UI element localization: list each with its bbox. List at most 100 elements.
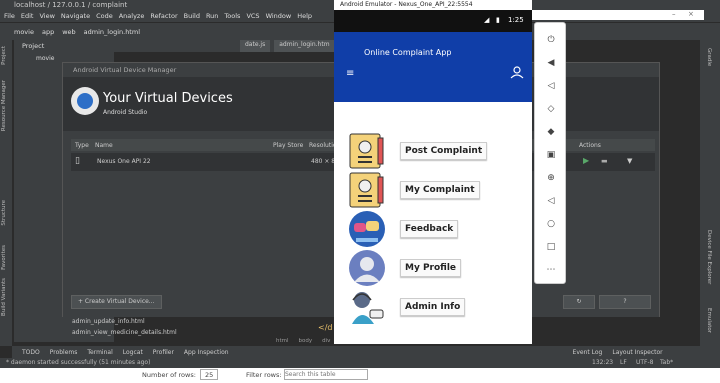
back-icon[interactable]: ◁ [543,194,559,208]
tool-problems[interactable]: Problems [50,349,78,356]
help-button[interactable]: ? [599,295,651,309]
cursor-position[interactable]: 132:23 [592,358,613,368]
emulator-title-bar: Android Emulator - Nexus_One_API_22:5554 [334,0,532,10]
menu-file[interactable]: File [4,12,15,20]
avd-heading: Your Virtual Devices [103,91,233,106]
tool-tab-build-variants[interactable]: Build Variants [1,278,7,316]
menu-row-feedback: Feedback [348,210,528,248]
menu-build[interactable]: Build [184,12,200,20]
avd-subheading: Android Studio [103,109,148,116]
tab-date-js[interactable]: date.js [240,40,271,52]
rotate-left-icon[interactable]: ◇ [543,102,559,116]
tool-event-log[interactable]: Event Log [573,349,603,356]
crumb-div[interactable]: div [322,338,330,344]
breadcrumb-app[interactable]: app [42,28,54,36]
code-fragment: </d [318,323,333,332]
menu-help[interactable]: Help [297,12,312,20]
tool-tab-gradle[interactable]: Gradle [706,48,712,66]
tool-tab-structure[interactable]: Structure [1,200,7,226]
folder-icon[interactable]: ▬ [601,157,608,165]
create-virtual-device-button[interactable]: + Create Virtual Device... [71,295,162,309]
wifi-signal-icon: ◢ [484,16,490,24]
tree-item-update-info[interactable]: admin_update_info.html [72,318,145,325]
refresh-button[interactable]: ↻ [563,295,595,309]
feedback-icon [349,211,385,247]
menu-row-my-profile: My Profile [348,249,528,287]
browser-table-controls: Number of rows: 25 Filter rows: [0,368,720,383]
tool-tab-device-file-explorer[interactable]: Device File Explorer [706,230,712,284]
menu-edit[interactable]: Edit [21,12,34,20]
rows-select[interactable]: 25 [200,369,219,380]
tool-app-inspection[interactable]: App Inspection [184,349,229,356]
my-profile-button[interactable]: My Profile [400,259,462,277]
overview-icon[interactable]: □ [543,240,559,254]
indent-setting[interactable]: Tab* [660,358,673,368]
volume-up-icon[interactable]: ◀ [543,56,559,70]
menu-row-post-complaint: Post Complaint [348,132,528,170]
menu-vcs[interactable]: VCS [246,12,259,20]
menu-window[interactable]: Window [266,12,292,20]
home-icon[interactable]: ○ [543,217,559,231]
phone-screen: ◢ ▮ 1:25 ≡ Online Complaint App Post Com… [334,10,532,344]
app-title: Online Complaint App [364,48,452,57]
col-play-store[interactable]: Play Store [273,142,309,149]
zoom-icon[interactable]: ⊕ [543,171,559,185]
menu-navigate[interactable]: Navigate [61,12,90,20]
hamburger-menu-icon[interactable]: ≡ [346,69,354,79]
tool-tab-emulator[interactable]: Emulator [706,308,712,333]
bottom-tool-bar: TODO Problems Terminal Logcat Profiler A… [12,346,720,358]
menu-run[interactable]: Run [206,12,218,20]
line-separator[interactable]: LF [620,358,627,368]
right-tool-strip: Gradle Device File Explorer Emulator [700,40,720,346]
col-name[interactable]: Name [95,142,273,149]
breadcrumb-web[interactable]: web [62,28,75,36]
my-complaint-button[interactable]: My Complaint [400,181,480,199]
menu-analyze[interactable]: Analyze [119,12,145,20]
tool-terminal[interactable]: Terminal [87,349,112,356]
tree-item-movie[interactable]: movie [36,55,54,62]
profile-avatar-icon [349,250,385,286]
tool-tab-favorites[interactable]: Favorites [1,245,7,270]
tool-profiler[interactable]: Profiler [153,349,174,356]
filter-input[interactable] [284,369,368,380]
more-icon[interactable]: ⋯ [543,263,559,277]
col-type[interactable]: Type [71,142,95,149]
file-encoding[interactable]: UTF-8 [636,358,654,368]
tool-logcat[interactable]: Logcat [123,349,143,356]
menu-tools[interactable]: Tools [224,12,240,20]
emulator-side-toolbar: ⏻ ◀ ◁ ◇ ◆ ▣ ⊕ ◁ ○ □ ⋯ [534,22,566,284]
power-icon[interactable]: ⏻ [543,33,559,47]
chevron-down-icon[interactable]: ▼ [627,157,632,165]
camera-icon[interactable]: ▣ [543,148,559,162]
rotate-right-icon[interactable]: ◆ [543,125,559,139]
user-account-icon[interactable] [510,65,524,79]
tab-admin-login[interactable]: admin_login.htm [274,40,335,52]
tool-tab-project[interactable]: Project [1,46,7,65]
menu-row-my-complaint: My Complaint [348,171,528,209]
minimize-icon[interactable]: – [672,10,676,18]
tree-item-medicine-details[interactable]: admin_view_medicine_details.html [72,329,177,336]
tool-layout-inspector[interactable]: Layout Inspector [612,349,662,356]
ide-status-bar: * daemon started successfully (51 minute… [0,358,720,368]
menu-code[interactable]: Code [96,12,113,20]
launch-icon[interactable]: ▶ [583,156,589,165]
breadcrumb-file[interactable]: admin_login.html [84,28,140,36]
breadcrumb-movie[interactable]: movie [14,28,34,36]
admin-info-button[interactable]: Admin Info [400,298,466,316]
close-icon[interactable]: × [688,10,694,18]
device-name: Nexus One API 22 [97,158,151,165]
project-dropdown[interactable]: Project [22,42,44,50]
tool-todo[interactable]: TODO [22,349,40,356]
emulator-window-controls: – × [532,10,704,20]
menu-refactor[interactable]: Refactor [150,12,177,20]
post-complaint-button[interactable]: Post Complaint [400,142,488,160]
feedback-button[interactable]: Feedback [400,220,459,238]
col-actions[interactable]: Actions [579,142,601,149]
volume-down-icon[interactable]: ◁ [543,79,559,93]
android-studio-logo [71,87,99,115]
crumb-body[interactable]: body [299,338,313,344]
menu-view[interactable]: View [39,12,54,20]
tool-tab-resource-manager[interactable]: Resource Manager [1,80,7,131]
editor-tabs: date.js admin_login.htm [240,40,340,52]
crumb-html[interactable]: html [276,338,289,344]
